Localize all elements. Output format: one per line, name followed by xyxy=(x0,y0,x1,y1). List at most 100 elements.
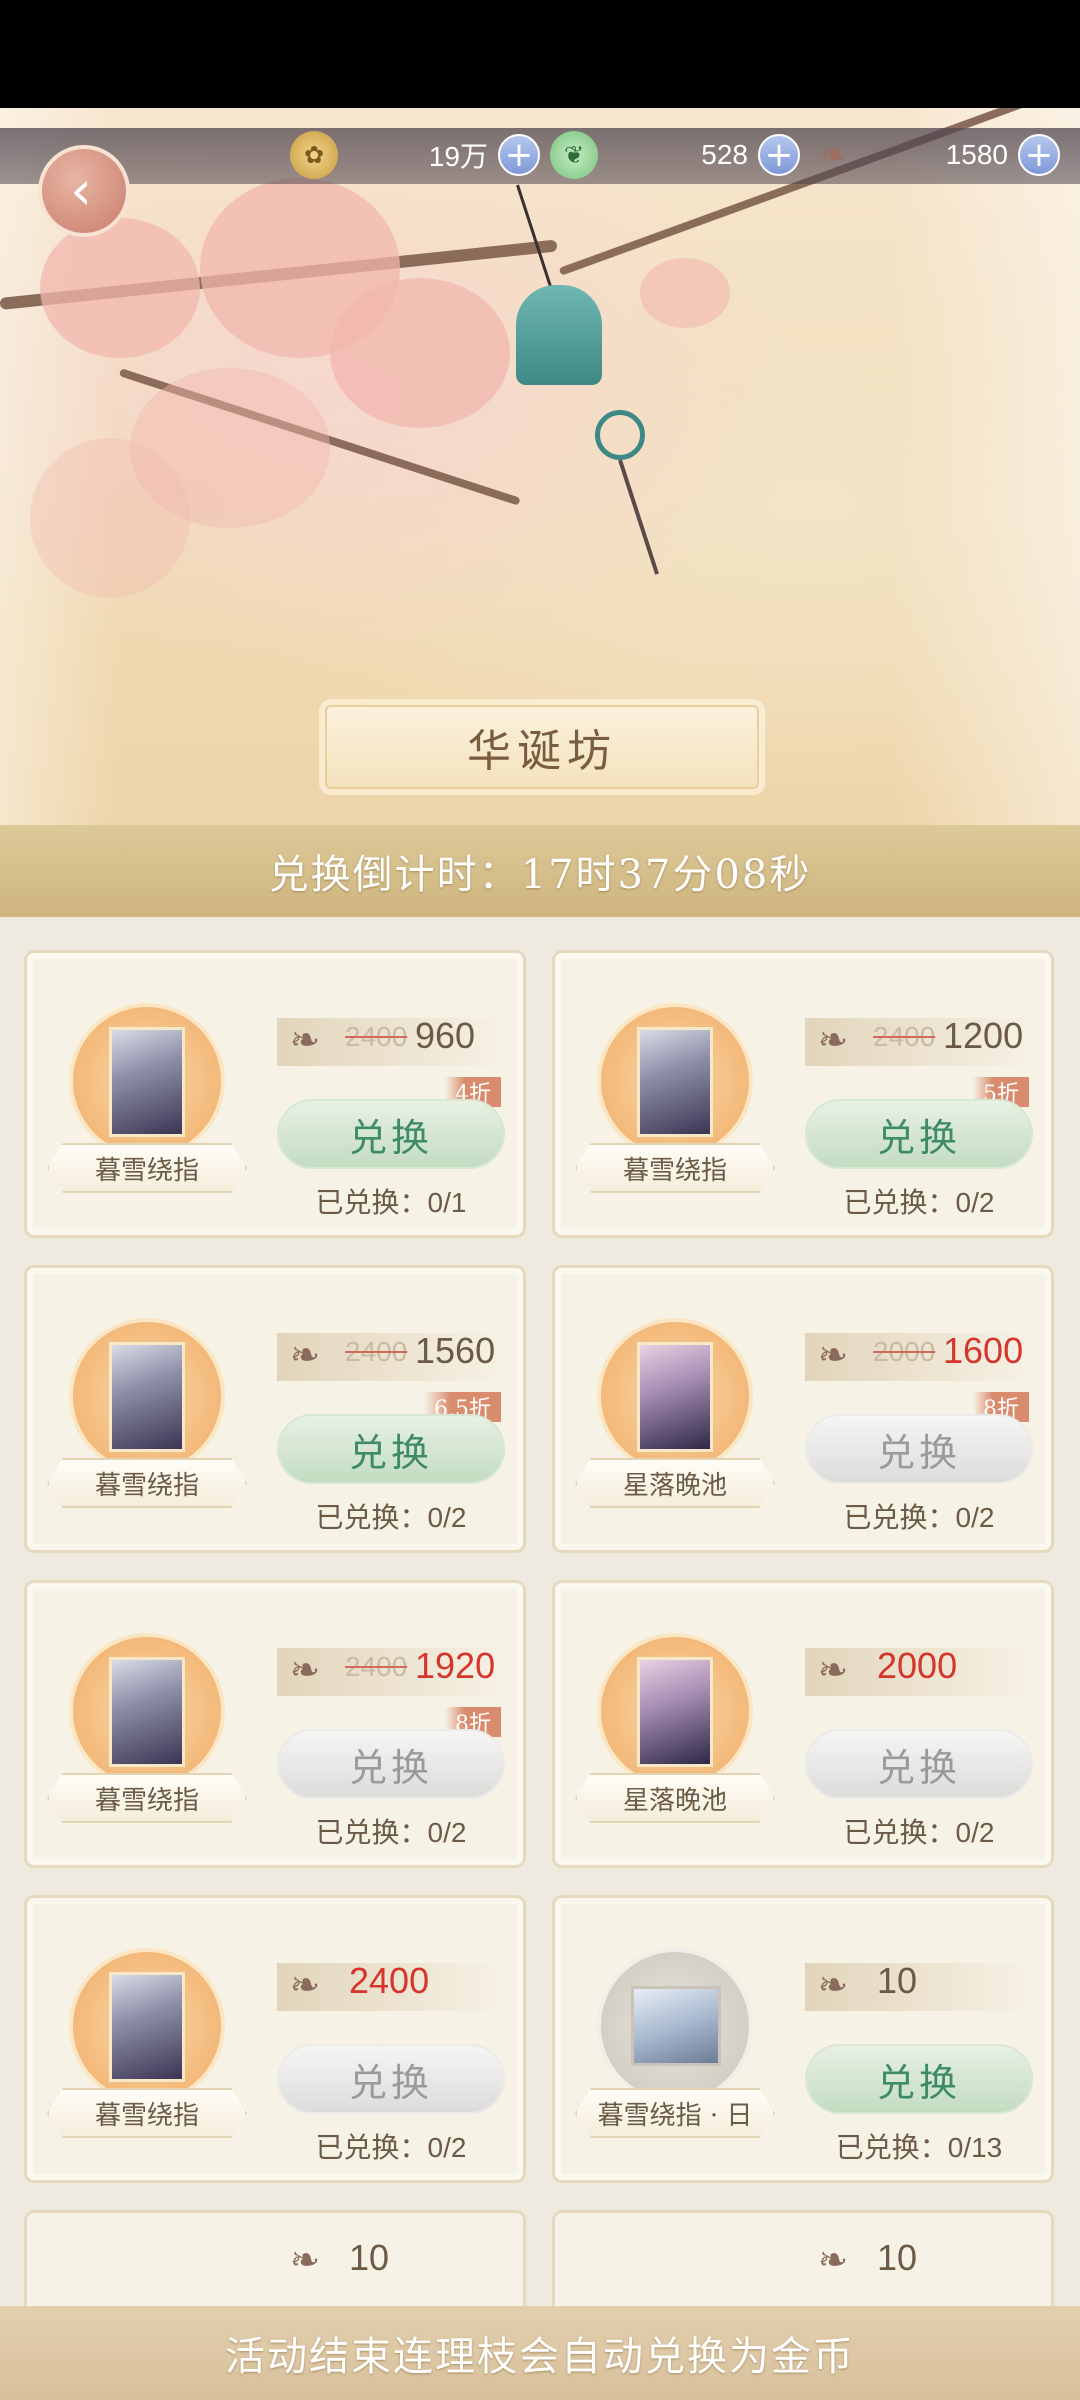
exchange-button[interactable]: 兑换 xyxy=(277,2044,505,2114)
paw-coin-icon: ✿ xyxy=(290,131,338,179)
item-portrait-frame[interactable] xyxy=(69,1633,225,1789)
item-original-price: 2400 xyxy=(873,1021,936,1052)
exchange-count-label: 已兑换： xyxy=(315,1816,428,1849)
item-portrait xyxy=(637,1657,713,1767)
exchange-button[interactable]: 兑换 xyxy=(805,1099,1033,1169)
right-curtain xyxy=(890,108,1080,825)
item-name: 暮雪绕指 xyxy=(47,1458,247,1508)
branch-token-icon: ❧ xyxy=(819,135,849,175)
branch-token-icon: ❧ xyxy=(817,2239,849,2281)
exchange-count-label: 已兑换： xyxy=(315,1501,428,1534)
item-card: 暮雪绕指 · 日 ❧ 10 兑换 已兑换：0/13 xyxy=(552,1895,1054,2183)
branch-token-icon: ❧ xyxy=(817,1019,849,1061)
exchange-count-label: 已兑换： xyxy=(843,1816,956,1849)
item-portrait xyxy=(109,1342,185,1452)
exchange-count: 已兑换：0/2 xyxy=(277,1496,505,1536)
branch-token-icon: ❧ xyxy=(817,1334,849,1376)
exchange-button[interactable]: 兑换 xyxy=(277,1099,505,1169)
branch-token-icon: ❧ xyxy=(817,1964,849,2006)
add-gems-button[interactable]: + xyxy=(758,134,800,176)
bird-gem-icon: ❦ xyxy=(550,131,598,179)
shop-title: 华诞坊 xyxy=(467,726,617,777)
exchange-count: 已兑换：0/1 xyxy=(277,1181,505,1221)
item-portrait-frame[interactable] xyxy=(597,1318,753,1474)
branch-token-icon: ❧ xyxy=(289,1334,321,1376)
branch-token-icon: ❧ xyxy=(289,2239,321,2281)
item-name: 星落晚池 xyxy=(575,1773,775,1823)
countdown-text: 兑换倒计时：17时37分08秒 xyxy=(268,852,812,898)
item-card: 暮雪绕指 ❧ 2400 1920 8折 兑换 已兑换：0/2 xyxy=(24,1580,526,1868)
item-name: 暮雪绕指 · 日 xyxy=(575,2088,775,2138)
item-portrait-frame[interactable] xyxy=(597,1003,753,1159)
item-card: 暮雪绕指 ❧ 2400 960 4折 兑换 已兑换：0/1 xyxy=(24,950,526,1238)
branch-token-icon: ❧ xyxy=(289,1649,321,1691)
branch-amount: 1580 xyxy=(945,139,1008,170)
item-price: 1600 xyxy=(943,1330,1024,1371)
item-portrait xyxy=(109,1027,185,1137)
chime-knot xyxy=(595,410,645,460)
countdown-bar: 兑换倒计时：17时37分08秒 xyxy=(0,825,1080,917)
shop-title-plaque: 华诞坊 xyxy=(325,705,759,789)
add-coins-button[interactable]: + xyxy=(498,134,540,176)
branch-token-icon: ❧ xyxy=(817,1649,849,1691)
exchange-count-label: 已兑换： xyxy=(843,1186,956,1219)
exchange-count: 已兑换：0/2 xyxy=(277,1811,505,1851)
exchange-count-value: 0/2 xyxy=(955,1187,995,1218)
status-bar xyxy=(0,0,1080,108)
item-card: 星落晚池 ❧ 2000 1600 8折 兑换 已兑换：0/2 xyxy=(552,1265,1054,1553)
exchange-button[interactable]: 兑换 xyxy=(277,1414,505,1484)
item-price: 1560 xyxy=(415,1330,496,1371)
item-portrait xyxy=(109,1657,185,1767)
item-portrait xyxy=(637,1027,713,1137)
item-portrait xyxy=(637,1342,713,1452)
exchange-count: 已兑换：0/2 xyxy=(277,2126,505,2166)
exchange-count: 已兑换：0/2 xyxy=(805,1811,1033,1851)
add-branch-button[interactable]: + xyxy=(1018,134,1060,176)
currency-branch: ❧ 1580 + xyxy=(810,132,1060,178)
item-price: 10 xyxy=(349,2237,390,2278)
item-card: 暮雪绕指 ❧ 2400 1200 5折 兑换 已兑换：0/2 xyxy=(552,950,1054,1238)
item-portrait-frame[interactable] xyxy=(69,1948,225,2104)
currency-gems: ❦ 528 + xyxy=(550,131,800,179)
item-portrait-frame[interactable] xyxy=(69,1003,225,1159)
item-card: 暮雪绕指 ❧ 2400 1560 6.5折 兑换 已兑换：0/2 xyxy=(24,1265,526,1553)
item-original-price: 2400 xyxy=(345,1651,408,1682)
footer-notice: 活动结束连理枝会自动兑换为金币 xyxy=(225,2334,855,2380)
exchange-count-value: 0/2 xyxy=(427,2132,467,2163)
item-price: 960 xyxy=(415,1015,476,1056)
item-price: 2000 xyxy=(877,1645,958,1686)
exchange-count-value: 0/2 xyxy=(955,1817,995,1848)
exchange-button[interactable]: 兑换 xyxy=(805,2044,1033,2114)
item-card-partial: ❧ 10 xyxy=(24,2210,526,2320)
exchange-button[interactable]: 兑换 xyxy=(805,1414,1033,1484)
item-original-price: 2400 xyxy=(345,1336,408,1367)
item-portrait xyxy=(109,1972,185,2082)
exchange-count-value: 0/2 xyxy=(955,1502,995,1533)
item-portrait xyxy=(631,1986,721,2066)
item-name: 暮雪绕指 xyxy=(47,1143,247,1193)
exchange-button[interactable]: 兑换 xyxy=(805,1729,1033,1799)
exchange-count-label: 已兑换： xyxy=(843,1501,956,1534)
blossom-cluster xyxy=(30,438,190,598)
exchange-count: 已兑换：0/13 xyxy=(805,2126,1033,2166)
item-portrait-frame[interactable] xyxy=(69,1318,225,1474)
item-portrait-frame[interactable] xyxy=(597,1633,753,1789)
exchange-count-label: 已兑换： xyxy=(835,2131,948,2164)
blossom-cluster xyxy=(640,258,730,328)
footer-notice-bar: 活动结束连理枝会自动兑换为金币 xyxy=(0,2306,1080,2400)
item-portrait-frame[interactable] xyxy=(597,1948,753,2104)
exchange-button[interactable]: 兑换 xyxy=(277,1729,505,1799)
gem-amount: 528 xyxy=(701,139,748,170)
item-original-price: 2000 xyxy=(873,1336,936,1367)
back-arrow-icon: ‹ xyxy=(70,159,92,222)
item-price: 2400 xyxy=(349,1960,430,2001)
item-name: 暮雪绕指 xyxy=(575,1143,775,1193)
back-button[interactable]: ‹ xyxy=(38,145,130,237)
branch-token-icon: ❧ xyxy=(289,1964,321,2006)
currency-coins: ✿ 19万 + xyxy=(290,131,540,179)
blossom-cluster xyxy=(330,278,510,428)
item-name: 星落晚池 xyxy=(575,1458,775,1508)
blossom-cluster xyxy=(40,218,200,358)
exchange-count-label: 已兑换： xyxy=(315,2131,428,2164)
item-price: 1200 xyxy=(943,1015,1024,1056)
